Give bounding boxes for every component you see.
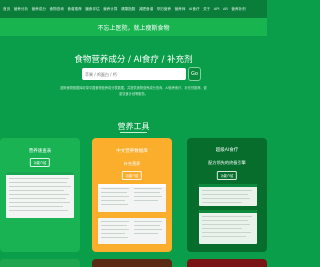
tool-card-next-2[interactable] [92, 259, 172, 267]
card-link[interactable]: 功能介绍 [216, 171, 238, 181]
nav-item-ai-therapy[interactable]: AI食疗 [189, 7, 200, 11]
nav-item-health-index[interactable]: 健康指数 [121, 7, 135, 11]
top-nav: 首页 营养分析 营养成分 食物查询 食谱推荐 膳食评估 营养计算 健康指数 减肥… [0, 0, 267, 18]
card-preview-image [98, 184, 166, 212]
section-title: 营养工具 [117, 122, 150, 131]
card-link[interactable]: 功能介绍 [121, 171, 143, 181]
nav-item-api[interactable]: API [214, 7, 220, 11]
search-button[interactable]: Go [188, 67, 201, 81]
nav-item-diet-recipes[interactable]: 减肥食谱 [139, 7, 153, 11]
slogan-bar: 不忘上医院，就上瘦斯食物 [0, 18, 267, 36]
nav-item-food-search[interactable]: 食物查询 [49, 7, 63, 11]
tool-card-ai-therapy[interactable]: 超级AI食疗 配方领先的终极引擎 功能介绍 [187, 138, 267, 252]
hero-description: 瘦斯食物数据库收录中国食物营养成分表数据，并提供食物营养成分查询、AI营养食疗、… [60, 86, 207, 96]
tool-card-next-3[interactable] [187, 259, 267, 267]
card-preview-image-2 [98, 218, 166, 244]
slogan-text: 不忘上医院，就上瘦斯食物 [97, 24, 170, 32]
card-title: 超级AI食疗 [215, 148, 239, 153]
search-input[interactable] [82, 68, 186, 80]
tool-card-next-1[interactable] [0, 259, 80, 267]
nav-item-ar[interactable]: AR [223, 7, 228, 11]
card-title: 营养速查表 [28, 149, 52, 154]
nav-item-dietitian[interactable]: 营养师 [175, 7, 186, 11]
tool-card-chinese-nutrition-db[interactable]: 中文营养数据库 补充营养 功能介绍 [92, 138, 172, 252]
card-preview-image [199, 184, 257, 206]
card-preview-image-2 [199, 210, 257, 244]
section-divider [120, 132, 147, 133]
tool-card-nutrition-table[interactable]: 营养速查表 功能介绍 [0, 138, 80, 252]
nav-item-nutrition-calculator[interactable]: 营养计算 [103, 7, 117, 11]
nav-item-recipes[interactable]: 食谱推荐 [67, 7, 81, 11]
nav-item-nutrition-analysis[interactable]: 营养分析 [14, 7, 28, 11]
card-subtitle: 配方领先的终极引擎 [208, 160, 246, 165]
card-link[interactable]: 功能介绍 [29, 158, 51, 168]
nav-item-home[interactable]: 首页 [3, 7, 10, 11]
hero-title: 食物营养成分 / AI食疗 / 补充剂 [74, 55, 193, 65]
nav-item-about[interactable]: 关于 [203, 7, 210, 11]
card-preview-image [6, 172, 74, 218]
card-title: 中文营养数据库 [116, 149, 148, 154]
nav-item-diet-assessment[interactable]: 膳食评估 [85, 7, 99, 11]
card-subtitle: 补充营养 [123, 161, 141, 166]
nav-item-pregnancy[interactable]: 孕妇营养 [157, 7, 171, 11]
nav-item-supplements[interactable]: 营养补剂 [231, 7, 245, 11]
nav-item-nutrients[interactable]: 营养成分 [32, 7, 46, 11]
